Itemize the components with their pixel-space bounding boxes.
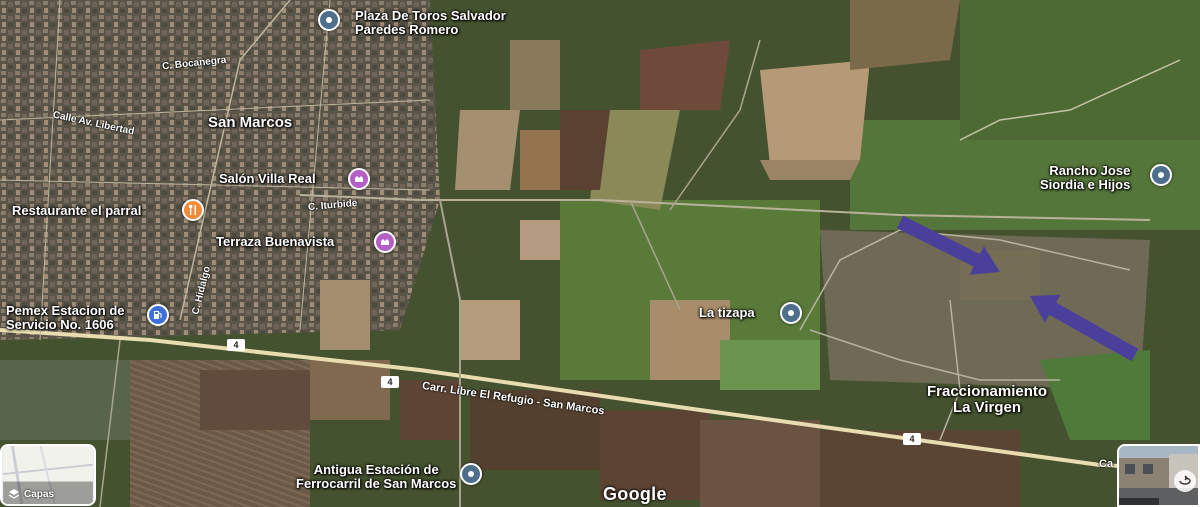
route-shield: 4 bbox=[381, 376, 399, 388]
restaurant-icon[interactable] bbox=[182, 199, 204, 221]
event-venue-icon[interactable] bbox=[374, 231, 396, 253]
layers-label: Capas bbox=[24, 488, 55, 500]
landmark-pin-icon[interactable] bbox=[1150, 164, 1172, 186]
landmark-pin-icon[interactable] bbox=[780, 302, 802, 324]
annotation-arrow-lower bbox=[1030, 294, 1139, 362]
layers-caption: Capas bbox=[8, 488, 54, 500]
event-venue-icon[interactable] bbox=[348, 168, 370, 190]
place-label-tizapa[interactable]: La tizapa bbox=[699, 306, 755, 320]
place-label-restaurante[interactable]: Restaurante el parral bbox=[12, 204, 141, 218]
place-label-san-marcos[interactable]: San Marcos bbox=[208, 115, 292, 131]
place-label-salon-villa-real[interactable]: Salón Villa Real bbox=[219, 172, 316, 186]
place-label-terraza[interactable]: Terraza Buenavista bbox=[216, 235, 334, 249]
landmark-pin-icon[interactable] bbox=[460, 463, 482, 485]
place-label-rancho[interactable]: Rancho Jose Siordia e Hijos bbox=[1040, 164, 1130, 191]
place-label-pemex[interactable]: Pemex Estacion de Servicio No. 1606 bbox=[6, 304, 125, 331]
map-view[interactable]: C. Bocanegra Calle Av. Libertad C. Iturb… bbox=[0, 0, 1200, 507]
place-label-fraccionamiento[interactable]: Fraccionamiento La Virgen bbox=[927, 384, 1047, 416]
annotation-arrow-upper bbox=[896, 215, 1000, 275]
place-label-plaza-toros[interactable]: Plaza De Toros Salvador Paredes Romero bbox=[355, 9, 506, 36]
street-label-carretera-cut: Ca bbox=[1099, 458, 1114, 470]
route-shield: 4 bbox=[227, 339, 245, 351]
layers-icon bbox=[8, 489, 20, 499]
street-view-thumbnail[interactable] bbox=[1117, 444, 1200, 507]
annotation-arrows bbox=[896, 215, 1139, 362]
place-label-antigua-estacion[interactable]: Antigua Estación de Ferrocarril de San Ma… bbox=[296, 463, 456, 490]
rotate-360-icon[interactable] bbox=[1174, 470, 1196, 492]
google-logo: Google bbox=[603, 484, 667, 504]
gas-station-icon[interactable] bbox=[147, 304, 169, 326]
layers-button[interactable]: Capas bbox=[0, 444, 96, 506]
landmark-pin-icon[interactable] bbox=[318, 9, 340, 31]
route-shield: 4 bbox=[903, 433, 921, 445]
